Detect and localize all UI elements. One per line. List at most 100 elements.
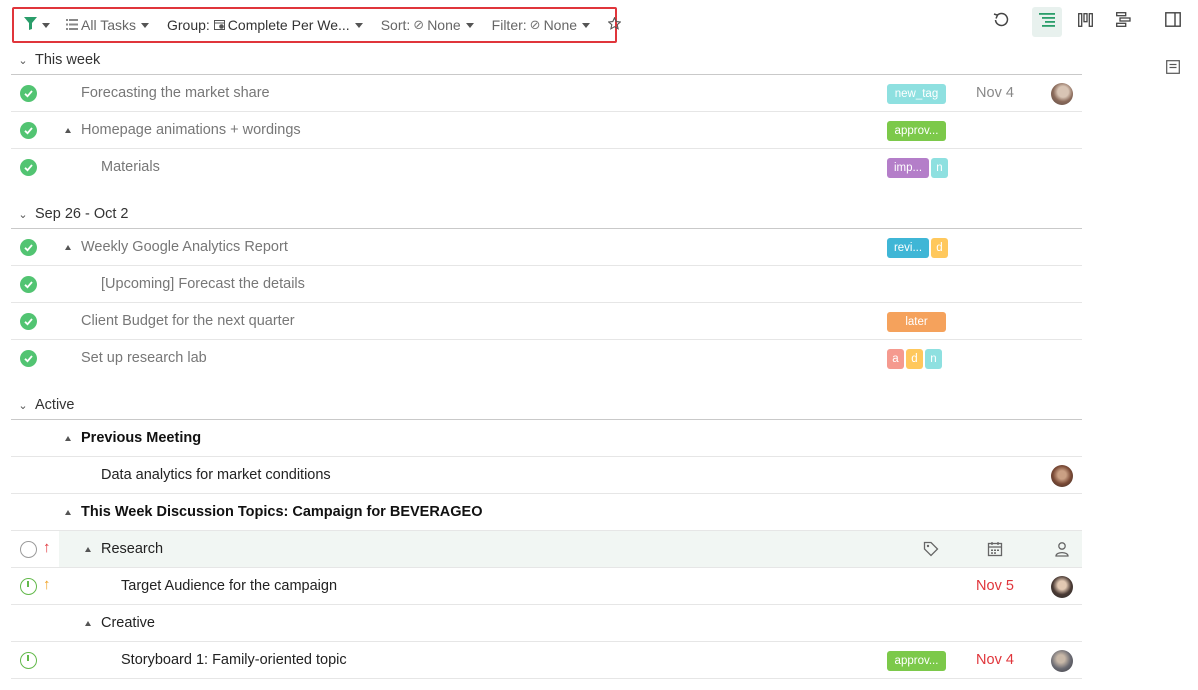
project-title-wrap: This Week Discussion Topics: Campaign fo… (65, 494, 483, 530)
task-title[interactable]: Materials (101, 149, 160, 185)
sidebar-panel-icon (1165, 12, 1181, 32)
project-row[interactable]: This Week Discussion Topics: Campaign fo… (11, 494, 1082, 531)
tag-badge[interactable]: approv... (887, 121, 946, 141)
in-progress-circle-icon[interactable] (20, 652, 37, 669)
notes-button[interactable] (1158, 54, 1188, 84)
priority-medium-arrow-icon[interactable]: ↑ (43, 576, 51, 593)
tag-badge[interactable]: imp... (887, 158, 929, 178)
tag-list: revi... d (887, 238, 948, 258)
task-title[interactable]: Forecasting the market share (81, 75, 270, 111)
expand-triangle-icon[interactable] (65, 435, 71, 441)
task-title[interactable]: Research (101, 541, 163, 557)
group-dropdown[interactable]: Group: Complete Per We... (167, 17, 363, 33)
tag-badge[interactable]: a (887, 349, 904, 369)
chevron-down-icon (140, 22, 149, 28)
task-row[interactable]: [Upcoming] Forecast the details (11, 266, 1082, 303)
task-row[interactable]: ↑ Target Audience for the campaign Nov 5 (11, 568, 1082, 605)
task-row[interactable]: Weekly Google Analytics Report revi... d (11, 229, 1082, 266)
assignee-avatar[interactable] (1051, 465, 1073, 487)
task-row[interactable]: Homepage animations + wordings approv... (11, 112, 1082, 149)
project-title-wrap: Previous Meeting (65, 420, 201, 456)
project-row[interactable]: Previous Meeting (11, 420, 1082, 457)
tag-icon[interactable] (923, 541, 939, 557)
due-date[interactable]: Nov 4 (971, 642, 1019, 678)
completed-checkmark-icon[interactable] (20, 159, 37, 176)
tag-badge[interactable]: revi... (887, 238, 929, 258)
task-title[interactable]: Target Audience for the campaign (121, 568, 337, 604)
completed-checkmark-icon[interactable] (20, 313, 37, 330)
quick-filter-button[interactable] (24, 17, 50, 33)
completed-checkmark-icon[interactable] (20, 85, 37, 102)
tag-badge[interactable]: n (931, 158, 948, 178)
expand-triangle-icon[interactable] (85, 620, 91, 626)
board-view-button[interactable] (1070, 7, 1100, 37)
expand-triangle-icon[interactable] (65, 509, 71, 515)
task-title[interactable]: Weekly Google Analytics Report (81, 239, 288, 255)
expand-triangle-icon[interactable] (65, 244, 71, 250)
assignee-avatar[interactable] (1051, 650, 1073, 672)
due-date[interactable]: Nov 5 (971, 568, 1019, 604)
task-title[interactable]: Client Budget for the next quarter (81, 303, 295, 339)
sort-dropdown[interactable]: Sort: ⊘ None (381, 17, 474, 33)
favorite-star-button[interactable] (607, 16, 622, 33)
group-header[interactable]: ⌄ Sep 26 - Oct 2 (11, 200, 1082, 229)
group-label: This week (35, 52, 101, 68)
task-row[interactable]: Materials imp... n (11, 149, 1082, 186)
group-label: Active (35, 397, 75, 413)
user-icon[interactable] (1054, 541, 1070, 557)
completed-checkmark-icon[interactable] (20, 239, 37, 256)
completed-checkmark-icon[interactable] (20, 350, 37, 367)
assignee-avatar[interactable] (1051, 576, 1073, 598)
tag-badge[interactable]: n (925, 349, 942, 369)
refresh-button[interactable] (986, 7, 1016, 37)
task-title[interactable]: Homepage animations + wordings (81, 122, 301, 138)
task-view-dropdown[interactable]: All Tasks (66, 17, 149, 33)
task-row[interactable]: Client Budget for the next quarter later (11, 303, 1082, 340)
task-title[interactable]: [Upcoming] Forecast the details (101, 266, 305, 302)
tag-badge[interactable]: later (887, 312, 946, 332)
expand-triangle-icon[interactable] (65, 127, 71, 133)
task-row-hovered[interactable]: ↑ Research (11, 531, 1082, 568)
due-date[interactable]: Nov 4 (971, 75, 1019, 111)
task-row[interactable]: Storyboard 1: Family-oriented topic appr… (11, 642, 1082, 679)
assignee-avatar[interactable] (1051, 83, 1073, 105)
task-row[interactable]: Creative (11, 605, 1082, 642)
calendar-icon[interactable] (987, 541, 1003, 557)
completed-checkmark-icon[interactable] (20, 276, 37, 293)
priority-high-arrow-icon[interactable]: ↑ (43, 539, 51, 556)
tag-badge[interactable]: d (906, 349, 923, 369)
task-title[interactable]: Storyboard 1: Family-oriented topic (121, 642, 347, 678)
task-title[interactable]: Set up research lab (81, 340, 207, 376)
project-title[interactable]: This Week Discussion Topics: Campaign fo… (81, 504, 483, 520)
gantt-view-button[interactable] (1108, 7, 1138, 37)
tag-list: approv... (887, 121, 946, 141)
project-title[interactable]: Previous Meeting (81, 430, 201, 446)
toggle-side-panel-button[interactable] (1158, 7, 1188, 37)
task-title-wrap: Homepage animations + wordings (65, 112, 301, 148)
in-progress-circle-icon[interactable] (20, 578, 37, 595)
tag-badge[interactable]: new_tag (887, 84, 946, 104)
group-label: Group: (166, 17, 210, 33)
task-row[interactable]: Data analytics for market conditions (11, 457, 1082, 494)
task-row[interactable]: Forecasting the market share new_tag Nov… (11, 75, 1082, 112)
completed-checkmark-icon[interactable] (20, 122, 37, 139)
expand-triangle-icon[interactable] (85, 546, 91, 552)
task-title[interactable]: Data analytics for market conditions (101, 457, 331, 493)
chevron-down-icon (42, 22, 50, 28)
filter-dropdown[interactable]: Filter: ⊘ None (492, 17, 591, 33)
group-label: Sep 26 - Oct 2 (35, 206, 129, 222)
list-view-button[interactable] (1032, 7, 1062, 37)
tag-badge[interactable]: approv... (887, 651, 946, 671)
incomplete-circle-icon[interactable] (20, 541, 37, 558)
group-header[interactable]: ⌄ This week (11, 46, 1082, 75)
group-value: Complete Per We... (227, 17, 350, 33)
task-title[interactable]: Creative (101, 615, 155, 631)
view-options-toolbar: All Tasks Group: Complete Per We... Sort… (12, 7, 622, 43)
chevron-down-icon (582, 22, 591, 28)
group-header[interactable]: ⌄ Active (11, 391, 1082, 420)
star-icon (607, 16, 622, 33)
refresh-icon (993, 12, 1009, 33)
sort-value: None (427, 17, 461, 33)
task-row[interactable]: Set up research lab a d n (11, 340, 1082, 377)
tag-badge[interactable]: d (931, 238, 948, 258)
